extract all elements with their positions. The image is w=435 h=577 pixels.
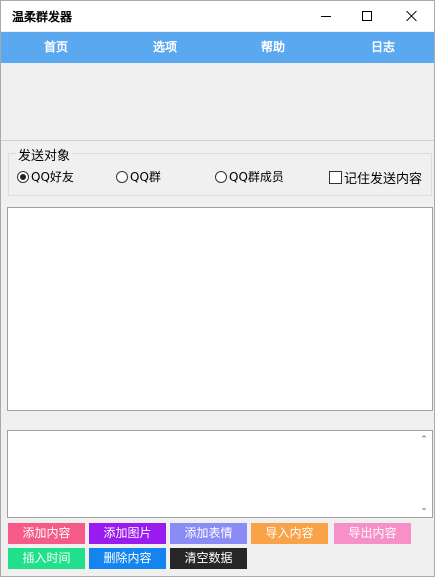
- menu-item-home[interactable]: 首页: [21, 32, 91, 63]
- menu-item-help[interactable]: 帮助: [238, 32, 308, 63]
- checkbox-indicator[interactable]: [329, 171, 342, 184]
- title-bar: 温柔群发器: [1, 1, 434, 31]
- add-content-button[interactable]: 添加内容: [8, 523, 85, 544]
- radio-qq-friends[interactable]: QQ好友: [17, 168, 74, 185]
- minimize-icon: [321, 15, 331, 17]
- minimize-button[interactable]: [303, 1, 349, 31]
- add-image-button[interactable]: 添加图片: [89, 523, 166, 544]
- radio-indicator[interactable]: [17, 170, 29, 183]
- import-content-button[interactable]: 导入内容: [251, 523, 328, 544]
- checkbox-label: 记住发送内容: [344, 172, 423, 187]
- remember-content-checkbox[interactable]: 记住发送内容: [329, 168, 422, 187]
- content-header-area: [1, 63, 434, 141]
- delete-content-button[interactable]: 删除内容: [89, 548, 166, 569]
- close-icon: [406, 10, 418, 22]
- radio-qq-group[interactable]: QQ群: [116, 168, 161, 185]
- send-target-legend: 发送对象: [16, 145, 73, 164]
- radio-label: QQ群: [130, 170, 161, 184]
- radio-indicator[interactable]: [215, 170, 227, 183]
- radio-label: QQ群成员: [229, 170, 284, 184]
- clear-data-button[interactable]: 清空数据: [170, 548, 247, 569]
- radio-label: QQ好友: [31, 170, 74, 184]
- menu-item-log[interactable]: 日志: [348, 32, 418, 63]
- content-scrollbar[interactable]: ⌃ ⌄: [416, 431, 432, 517]
- add-emoji-button[interactable]: 添加表情: [170, 523, 247, 544]
- target-list-box[interactable]: [7, 207, 433, 411]
- maximize-icon: [362, 11, 372, 21]
- insert-time-button[interactable]: 插入时间: [8, 548, 85, 569]
- message-content-input[interactable]: ⌃ ⌄: [7, 430, 433, 518]
- maximize-button[interactable]: [344, 1, 390, 31]
- window-title: 温柔群发器: [12, 10, 73, 24]
- menu-item-options[interactable]: 选项: [130, 32, 200, 63]
- radio-indicator[interactable]: [116, 170, 128, 183]
- radio-qq-group-members[interactable]: QQ群成员: [215, 168, 284, 185]
- scroll-down-icon[interactable]: ⌄: [416, 501, 432, 515]
- scroll-up-icon[interactable]: ⌃: [416, 433, 432, 447]
- close-button[interactable]: [389, 1, 435, 31]
- export-content-button[interactable]: 导出内容: [334, 523, 411, 544]
- send-target-group: 发送对象 QQ好友 QQ群 QQ群成员 记住发送内容: [8, 145, 432, 196]
- app-window: 温柔群发器 首页 选项 帮助 日志 发送对象 QQ好友 QQ群 QQ群成员 记住…: [0, 0, 435, 577]
- menu-bar: 首页 选项 帮助 日志: [1, 32, 434, 63]
